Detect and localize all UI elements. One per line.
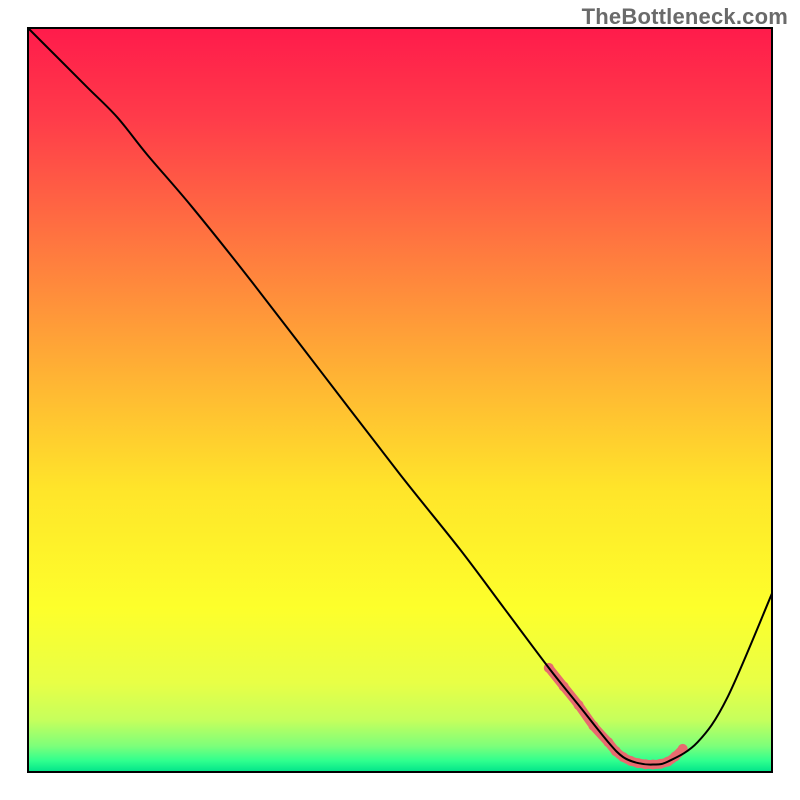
bottleneck-chart	[0, 0, 800, 800]
chart-stage: TheBottleneck.com	[0, 0, 800, 800]
plot-background	[28, 28, 772, 772]
watermark-text: TheBottleneck.com	[582, 4, 788, 30]
